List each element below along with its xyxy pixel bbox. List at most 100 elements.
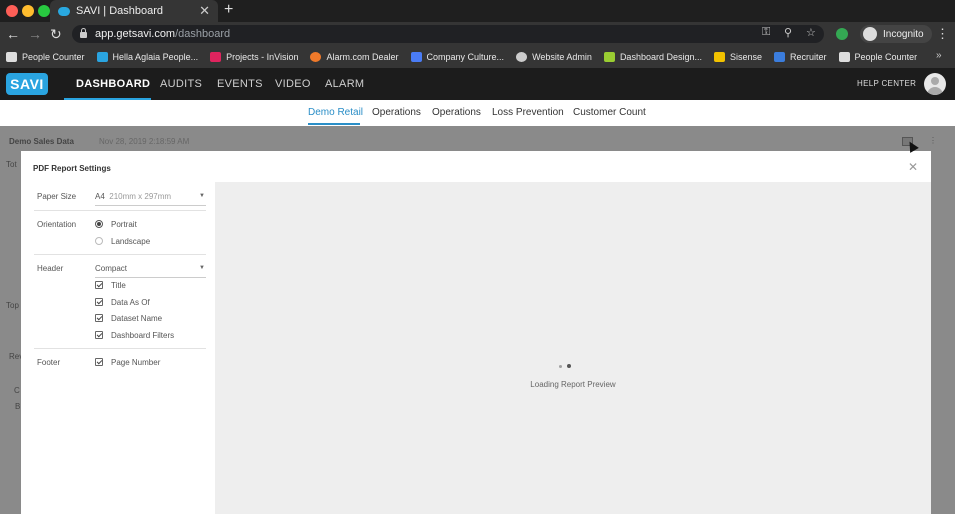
- browser-tab-bar: SAVI | Dashboard ✕ +: [0, 0, 955, 22]
- loading-text: Loading Report Preview: [530, 380, 616, 389]
- bookmark-item[interactable]: People Counter: [838, 52, 917, 62]
- chevron-down-icon[interactable]: ▼: [199, 193, 205, 199]
- address-bar-row: ← → ↻ app.getsavi.com /dashboard ⚿ ⚲ ☆ I…: [0, 22, 955, 46]
- back-arrow-icon[interactable]: ←: [6, 26, 20, 42]
- nav-audits[interactable]: AUDITS: [160, 78, 202, 90]
- page-number-checkbox[interactable]: [95, 358, 103, 366]
- tab-customer-count[interactable]: Customer Count: [573, 107, 646, 118]
- active-tab-indicator: [308, 123, 360, 125]
- savi-logo[interactable]: SAVI: [6, 73, 48, 95]
- report-preview-area: Loading Report Preview: [215, 182, 931, 514]
- forward-arrow-icon[interactable]: →: [28, 26, 42, 42]
- browser-menu-icon[interactable]: ⋮: [936, 26, 949, 42]
- bookmark-icon: [838, 52, 850, 62]
- close-icon[interactable]: ✕: [908, 160, 918, 174]
- portrait-label: Portrait: [111, 220, 137, 229]
- user-avatar[interactable]: [924, 73, 946, 95]
- close-window-button[interactable]: [6, 5, 18, 17]
- bookmark-item[interactable]: Alarm.com Dealer: [310, 52, 399, 62]
- bookmark-item[interactable]: Projects - InVision: [210, 52, 298, 62]
- bookmark-item[interactable]: Dashboard Design...: [603, 52, 702, 62]
- nav-dashboard[interactable]: DASHBOARD: [76, 78, 150, 90]
- pdf-report-settings-modal: PDF Report Settings ✕ Paper Size A4 210m…: [21, 151, 931, 514]
- incognito-icon: [863, 27, 877, 41]
- loading-spinner-icon: [567, 364, 571, 368]
- bookmark-item[interactable]: Sisense: [713, 52, 762, 62]
- tab-title: SAVI | Dashboard: [76, 5, 164, 17]
- lock-icon: [80, 28, 87, 38]
- divider: [34, 210, 206, 211]
- bookmark-icon: [713, 52, 725, 62]
- tab-operations-2[interactable]: Operations: [432, 107, 481, 118]
- maximize-window-button[interactable]: [38, 5, 50, 17]
- settings-panel: Paper Size A4 210mm x 297mm ▼ Orientatio…: [21, 182, 215, 514]
- dataset-name-label: Dataset Name: [111, 314, 163, 323]
- bookmark-item[interactable]: People Counter: [6, 52, 85, 62]
- data-as-of-label: Data As Of: [111, 298, 150, 307]
- bookmark-item[interactable]: Recruiter: [774, 52, 827, 62]
- widget-title-fragment: B: [15, 402, 21, 411]
- dashboard-filters-label: Dashboard Filters: [111, 331, 175, 340]
- widget-title-fragment: C: [14, 386, 20, 395]
- chevron-down-icon[interactable]: ▼: [199, 265, 205, 271]
- header-select[interactable]: Compact: [95, 264, 127, 273]
- paper-size-select[interactable]: A4 210mm x 297mm: [95, 192, 171, 201]
- nav-events[interactable]: EVENTS: [217, 78, 263, 90]
- dashboard-tabs: Demo Retail Operations Operations Loss P…: [0, 100, 955, 126]
- incognito-label: Incognito: [883, 28, 924, 40]
- zoom-icon[interactable]: ⚲: [784, 26, 792, 39]
- star-icon[interactable]: ☆: [806, 26, 816, 39]
- bookmark-item[interactable]: Company Culture...: [410, 52, 504, 62]
- portrait-radio[interactable]: [95, 220, 103, 228]
- tab-loss-prevention[interactable]: Loss Prevention: [492, 107, 564, 118]
- close-tab-icon[interactable]: ✕: [199, 3, 210, 19]
- bookmark-icon: [210, 52, 222, 62]
- widget-menu-icon[interactable]: ⋮: [929, 136, 937, 145]
- bookmark-icon: [774, 52, 786, 62]
- extension-icon[interactable]: [836, 28, 848, 40]
- dataset-name: Demo Sales Data: [9, 137, 74, 146]
- page-number-label: Page Number: [111, 358, 161, 367]
- bookmark-item[interactable]: Hella Aglaia People...: [96, 52, 198, 62]
- dashboard-filters-checkbox[interactable]: [95, 331, 103, 339]
- landscape-radio[interactable]: [95, 237, 103, 245]
- savi-favicon-icon: [58, 6, 70, 16]
- data-as-of-checkbox[interactable]: [95, 298, 103, 306]
- help-center-link[interactable]: HELP CENTER: [857, 79, 916, 88]
- url-input[interactable]: app.getsavi.com /dashboard ⚿ ⚲ ☆: [72, 25, 824, 43]
- tab-demo-retail[interactable]: Demo Retail: [308, 107, 363, 118]
- widget-title-fragment: Tot: [6, 160, 17, 169]
- bookmark-icon: [603, 52, 615, 62]
- incognito-badge[interactable]: Incognito: [860, 25, 932, 43]
- new-tab-button[interactable]: +: [224, 1, 233, 19]
- bookmark-item[interactable]: Website Admin: [516, 52, 592, 62]
- divider: [34, 254, 206, 255]
- nav-video[interactable]: VIDEO: [275, 78, 311, 90]
- minimize-window-button[interactable]: [22, 5, 34, 17]
- title-option-label: Title: [111, 281, 126, 290]
- loading-spinner-icon: [559, 365, 562, 368]
- bookmarks-more-icon[interactable]: »: [936, 50, 942, 61]
- paper-size-label: Paper Size: [37, 192, 77, 201]
- key-icon[interactable]: ⚿: [762, 26, 770, 39]
- bookmark-icon: [96, 52, 108, 62]
- landscape-label: Landscape: [111, 237, 151, 246]
- select-underline: [95, 205, 206, 206]
- tab-operations-1[interactable]: Operations: [372, 107, 421, 118]
- reload-icon[interactable]: ↻: [50, 26, 62, 43]
- dataset-name-checkbox[interactable]: [95, 314, 103, 322]
- widget-title-fragment: Top: [6, 301, 19, 310]
- browser-tab[interactable]: SAVI | Dashboard ✕: [50, 0, 218, 22]
- orientation-label: Orientation: [37, 220, 77, 229]
- select-underline: [95, 277, 206, 278]
- title-checkbox[interactable]: [95, 281, 103, 289]
- url-path: /dashboard: [175, 28, 231, 40]
- divider: [34, 348, 206, 349]
- bookmark-icon: [310, 52, 322, 62]
- nav-alarm[interactable]: ALARM: [325, 78, 364, 90]
- bookmark-icon: [6, 52, 17, 62]
- bookmark-icon: [410, 52, 422, 62]
- url-host: app.getsavi.com: [95, 28, 176, 40]
- footer-label: Footer: [37, 358, 61, 367]
- app-header: SAVI DASHBOARD AUDITS EVENTS VIDEO ALARM…: [0, 68, 955, 100]
